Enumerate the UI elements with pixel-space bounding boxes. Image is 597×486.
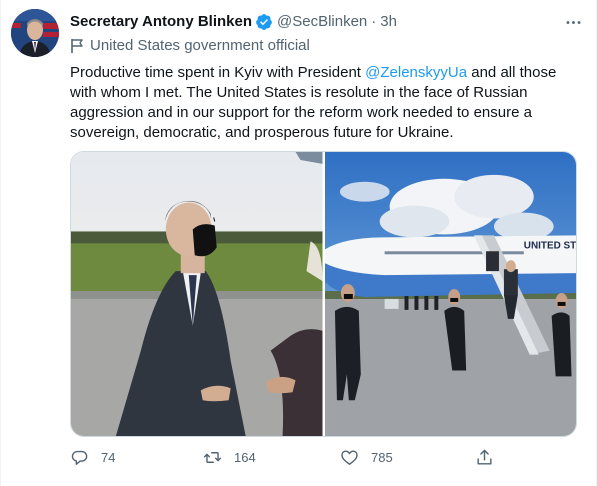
author-handle[interactable]: @SecBlinken — [277, 12, 367, 32]
retweet-icon — [203, 452, 222, 463]
tweet: Secretary Antony Blinken @SecBlinken · 3… — [0, 0, 597, 486]
more-options-icon[interactable] — [562, 12, 584, 32]
media-grid: UNITED STATES — [70, 151, 577, 437]
reply-icon — [71, 450, 88, 465]
photo-aircraft-stairs[interactable]: UNITED STATES — [324, 152, 576, 436]
avatar[interactable] — [11, 9, 59, 57]
timestamp[interactable]: 3h — [380, 12, 397, 32]
government-account-label: United States government official — [70, 36, 310, 56]
retweet-count: 164 — [234, 449, 256, 465]
author-name[interactable]: Secretary Antony Blinken — [70, 12, 252, 32]
photo-blinken-tarmac[interactable] — [71, 152, 323, 436]
label-text: United States government official — [90, 37, 310, 54]
flag-icon — [71, 39, 83, 53]
tweet-header: Secretary Antony Blinken @SecBlinken · 3… — [70, 12, 397, 32]
share-icon — [477, 449, 492, 465]
mention-link[interactable]: @ZelenskyyUa — [365, 64, 467, 81]
like-button[interactable]: 785 — [340, 448, 393, 467]
retweet-button[interactable]: 164 — [203, 448, 256, 467]
tweet-text-before: Productive time spent in Kyiv with Presi… — [70, 64, 366, 81]
tweet-text: Productive time spent in Kyiv with Presi… — [70, 63, 582, 143]
aircraft-lettering: UNITED STATES — [523, 240, 576, 251]
verified-badge-icon — [255, 13, 273, 31]
separator-dot: · — [371, 13, 377, 30]
share-button[interactable] — [475, 448, 494, 467]
like-count: 785 — [371, 449, 393, 465]
heart-icon — [341, 450, 358, 465]
tweet-actions: 74 164 785 — [70, 448, 530, 470]
reply-button[interactable]: 74 — [70, 448, 115, 467]
reply-count: 74 — [101, 449, 116, 465]
